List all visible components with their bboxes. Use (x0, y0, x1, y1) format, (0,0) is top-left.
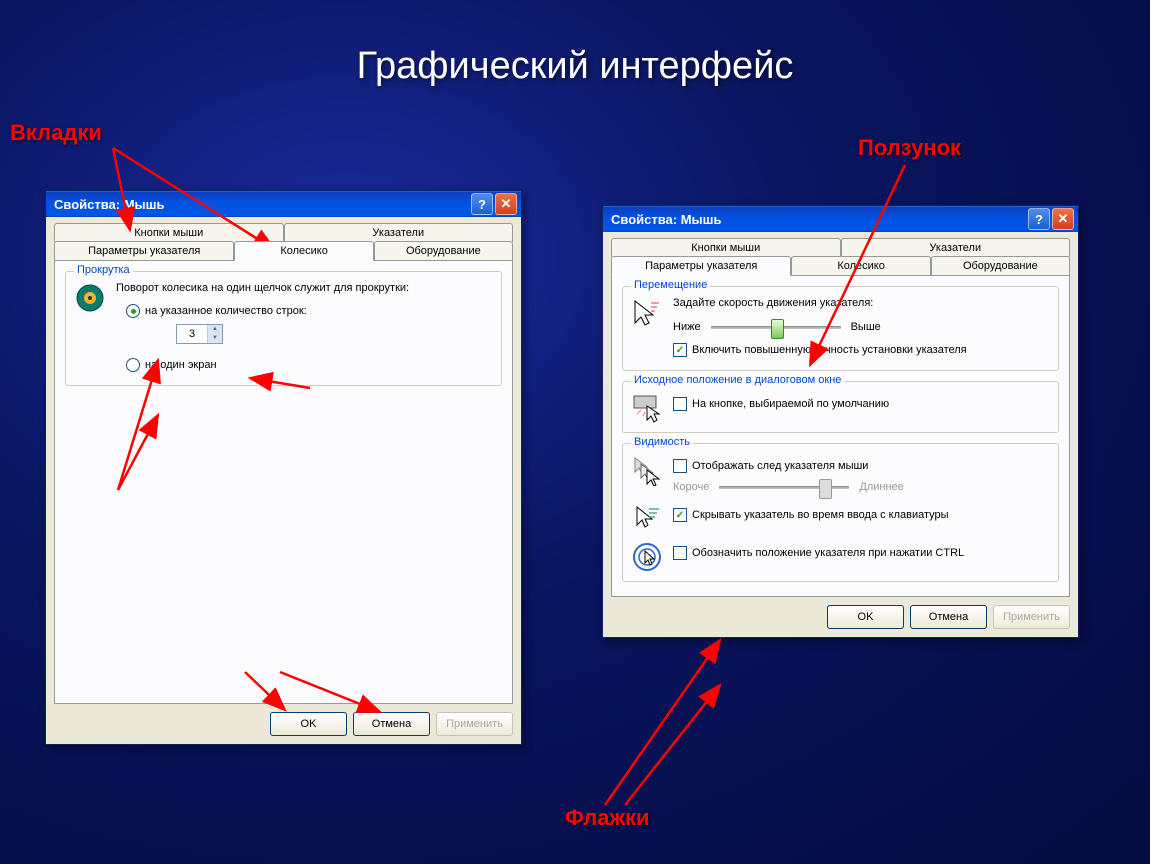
annotation-checks: Флажки (565, 805, 650, 831)
titlebar[interactable]: Свойства: Мышь ? ✕ (46, 191, 521, 217)
ctrl-locate-icon (631, 541, 663, 573)
check-default-button[interactable] (673, 397, 687, 411)
group-scroll-title: Прокрутка (74, 264, 133, 276)
trail-slider (719, 486, 849, 489)
radio-lines[interactable] (126, 304, 140, 318)
check-ctrl-locate[interactable] (673, 546, 687, 560)
annotation-slider: Ползунок (858, 135, 961, 161)
ok-button[interactable]: OK (827, 605, 904, 629)
close-button[interactable]: ✕ (1052, 208, 1074, 230)
radio-screen[interactable] (126, 358, 140, 372)
tab-buttons[interactable]: Кнопки мыши (611, 238, 841, 257)
annotation-tabs: Вкладки (10, 120, 102, 146)
slider-high-label: Выше (851, 321, 881, 333)
check-precision-label: Включить повышенную точность установки у… (692, 344, 967, 356)
cursor-speed-icon (631, 297, 663, 329)
tab-pointer-options[interactable]: Параметры указателя (611, 256, 791, 276)
tab-wheel[interactable]: Колесико (234, 241, 373, 261)
check-hide-typing[interactable]: ✓ (673, 508, 687, 522)
apply-button[interactable]: Применить (436, 712, 513, 736)
titlebar-text: Свойства: Мышь (611, 212, 1026, 227)
group-visibility-title: Видимость (631, 436, 693, 448)
help-button[interactable]: ? (471, 193, 493, 215)
cancel-button[interactable]: Отмена (353, 712, 430, 736)
scroll-desc: Поворот колесика на один щелчок служит д… (116, 282, 493, 294)
dialog-mouse-pointer: Свойства: Мышь ? ✕ Кнопки мыши Указатели… (602, 205, 1079, 638)
tab-pointers[interactable]: Указатели (284, 223, 514, 242)
trail-long-label: Длиннее (859, 481, 903, 493)
tab-hardware[interactable]: Оборудование (931, 256, 1070, 275)
tab-wheel[interactable]: Колесико (791, 256, 930, 275)
titlebar[interactable]: Свойства: Мышь ? ✕ (603, 206, 1078, 232)
close-button[interactable]: ✕ (495, 193, 517, 215)
spinner-down[interactable]: ▼ (208, 334, 222, 343)
hide-cursor-icon (631, 503, 663, 535)
default-button-icon (631, 392, 663, 424)
slider-thumb[interactable] (771, 319, 784, 339)
cancel-button[interactable]: Отмена (910, 605, 987, 629)
ok-button[interactable]: OK (270, 712, 347, 736)
group-move-title: Перемещение (631, 279, 710, 291)
tab-pointers[interactable]: Указатели (841, 238, 1071, 257)
trail-short-label: Короче (673, 481, 709, 493)
help-button[interactable]: ? (1028, 208, 1050, 230)
check-hide-label: Скрывать указатель во время ввода с клав… (692, 509, 949, 521)
radio-lines-label: на указанное количество строк: (145, 305, 307, 317)
spinner-up[interactable]: ▲ (208, 325, 222, 334)
titlebar-text: Свойства: Мышь (54, 197, 469, 212)
lines-spinner[interactable]: 3 ▲ ▼ (176, 324, 223, 344)
tab-pointer-options[interactable]: Параметры указателя (54, 241, 234, 260)
dialog-mouse-wheel: Свойства: Мышь ? ✕ Кнопки мыши Указатели… (45, 190, 522, 745)
check-precision[interactable]: ✓ (673, 343, 687, 357)
radio-screen-label: на один экран (145, 359, 217, 371)
slider-low-label: Ниже (673, 321, 701, 333)
move-desc: Задайте скорость движения указателя: (673, 297, 1050, 309)
slider-thumb (819, 479, 832, 499)
check-default-label: На кнопке, выбираемой по умолчанию (692, 398, 889, 410)
check-trail-label: Отображать след указателя мыши (692, 460, 868, 472)
check-trail[interactable] (673, 459, 687, 473)
trail-icon (631, 454, 663, 486)
tab-hardware[interactable]: Оборудование (374, 241, 513, 260)
slide-title: Графический интерфейс (0, 0, 1150, 88)
check-ctrl-label: Обозначить положение указателя при нажат… (692, 547, 964, 559)
group-home-title: Исходное положение в диалоговом окне (631, 374, 844, 386)
apply-button[interactable]: Применить (993, 605, 1070, 629)
wheel-icon (74, 282, 106, 314)
speed-slider[interactable] (711, 326, 841, 329)
spinner-value: 3 (177, 325, 207, 343)
tab-buttons[interactable]: Кнопки мыши (54, 223, 284, 242)
